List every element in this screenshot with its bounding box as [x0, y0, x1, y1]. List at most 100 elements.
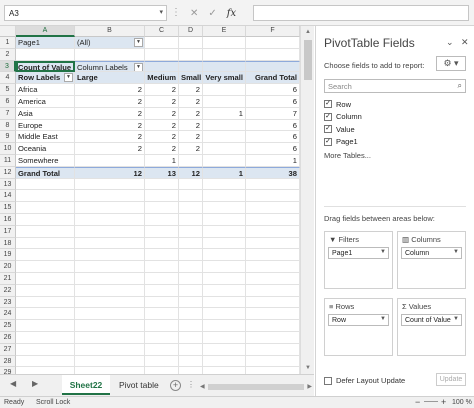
cell[interactable]: 2	[145, 95, 179, 108]
cell[interactable]	[179, 178, 203, 191]
row-header[interactable]: 28	[0, 355, 16, 368]
cell[interactable]	[246, 37, 300, 49]
row-header[interactable]: 1	[0, 37, 16, 49]
zoom-out-icon[interactable]: −	[415, 397, 420, 407]
cell[interactable]	[203, 249, 246, 262]
cell[interactable]	[145, 225, 179, 238]
cell[interactable]: 2	[179, 119, 203, 132]
area-field-page1[interactable]: Page1 ▼	[328, 247, 389, 259]
area-field-column[interactable]: Column ▼	[401, 247, 462, 259]
cell[interactable]	[246, 308, 300, 321]
scroll-left-icon[interactable]: ◀	[200, 383, 205, 390]
cell[interactable]	[145, 261, 179, 273]
cell[interactable]	[145, 237, 179, 250]
cell[interactable]: 6	[246, 95, 300, 108]
cell[interactable]	[16, 308, 75, 321]
cell[interactable]	[145, 202, 179, 214]
cell[interactable]	[246, 355, 300, 368]
row-header[interactable]: 8	[0, 119, 16, 132]
cell[interactable]: 2	[179, 107, 203, 120]
cell[interactable]	[75, 178, 145, 191]
cell[interactable]	[75, 272, 145, 285]
row-header[interactable]: 14	[0, 190, 16, 203]
cell[interactable]	[203, 355, 246, 368]
cell[interactable]: 2	[179, 131, 203, 144]
checkbox-checked[interactable]: ✓	[324, 137, 332, 146]
cell[interactable]	[203, 320, 246, 332]
cell[interactable]	[203, 308, 246, 321]
vertical-scrollbar[interactable]: ▲ ▼	[300, 26, 314, 374]
cell[interactable]: 2	[145, 143, 179, 155]
cell[interactable]: 2	[145, 107, 179, 120]
column-header[interactable]: B	[75, 26, 145, 37]
cell[interactable]	[75, 237, 145, 250]
cell[interactable]: Very small	[203, 72, 246, 85]
defer-layout-update[interactable]: Defer Layout Update	[324, 376, 405, 385]
zoom-in-icon[interactable]: +	[441, 397, 446, 407]
cell[interactable]	[145, 343, 179, 356]
cell[interactable]	[246, 237, 300, 250]
column-labels-cell[interactable]: Column Labels ▼	[75, 60, 145, 73]
cell[interactable]	[179, 190, 203, 203]
checkbox-unchecked[interactable]	[324, 376, 332, 385]
cell[interactable]	[203, 284, 246, 297]
cell[interactable]: Grand Total	[246, 72, 300, 85]
cell[interactable]	[179, 261, 203, 273]
area-field-count-of-value[interactable]: Count of Value ▼	[401, 314, 462, 326]
column-header[interactable]: A	[16, 26, 75, 37]
cell[interactable]	[246, 296, 300, 309]
cell[interactable]: 2	[75, 107, 145, 120]
cell[interactable]	[246, 331, 300, 344]
cell[interactable]	[246, 272, 300, 285]
cell[interactable]	[203, 143, 246, 155]
tab-next-icon[interactable]: ▶	[32, 379, 38, 388]
cell[interactable]	[145, 190, 179, 203]
cell[interactable]	[203, 343, 246, 356]
cell[interactable]: 6	[246, 131, 300, 144]
cell[interactable]	[16, 190, 75, 203]
cell[interactable]	[16, 355, 75, 368]
cell[interactable]	[16, 249, 75, 262]
row-header[interactable]: 29	[0, 367, 16, 374]
cell[interactable]	[203, 178, 246, 191]
cell[interactable]	[75, 320, 145, 332]
cell[interactable]	[75, 355, 145, 368]
cell[interactable]	[179, 249, 203, 262]
cell[interactable]: Medium	[145, 72, 179, 85]
cell[interactable]	[179, 272, 203, 285]
row-header[interactable]: 19	[0, 249, 16, 262]
cell[interactable]	[203, 202, 246, 214]
cell[interactable]: 2	[75, 131, 145, 144]
cell[interactable]	[246, 367, 300, 374]
cell[interactable]	[145, 355, 179, 368]
filter-dropdown-icon[interactable]: ▼	[134, 38, 143, 47]
checkbox-checked[interactable]: ✓	[324, 112, 332, 121]
spreadsheet-grid[interactable]: A B C D E F 1 Page1 (All) ▼ 2 3 Count of…	[0, 26, 300, 374]
column-header[interactable]: C	[145, 26, 179, 37]
cell[interactable]	[145, 48, 179, 61]
cell[interactable]	[145, 367, 179, 374]
cell[interactable]	[203, 213, 246, 226]
column-header[interactable]: D	[179, 26, 203, 37]
cancel-icon[interactable]: ✕	[190, 8, 198, 19]
cell[interactable]: 6	[246, 143, 300, 155]
cell[interactable]	[179, 296, 203, 309]
cell[interactable]	[203, 272, 246, 285]
cell[interactable]	[16, 272, 75, 285]
tools-button[interactable]: ⚙ ▾	[436, 56, 466, 71]
row-header[interactable]: 4	[0, 72, 16, 85]
cell[interactable]	[145, 308, 179, 321]
scroll-thumb[interactable]	[304, 40, 312, 80]
select-all-corner[interactable]	[0, 26, 16, 37]
row-header[interactable]: 18	[0, 237, 16, 250]
update-button[interactable]: Update	[436, 373, 466, 386]
row-header[interactable]: 2	[0, 48, 16, 61]
cell[interactable]	[75, 343, 145, 356]
cell[interactable]	[179, 202, 203, 214]
cell[interactable]: 1	[145, 154, 179, 167]
sheet-tab-active[interactable]: Sheet22	[62, 375, 110, 395]
chevron-down-icon[interactable]: ▼	[453, 316, 459, 322]
row-header[interactable]: 20	[0, 261, 16, 273]
cell[interactable]	[203, 190, 246, 203]
filter-dropdown-icon[interactable]: ▼	[134, 62, 143, 72]
